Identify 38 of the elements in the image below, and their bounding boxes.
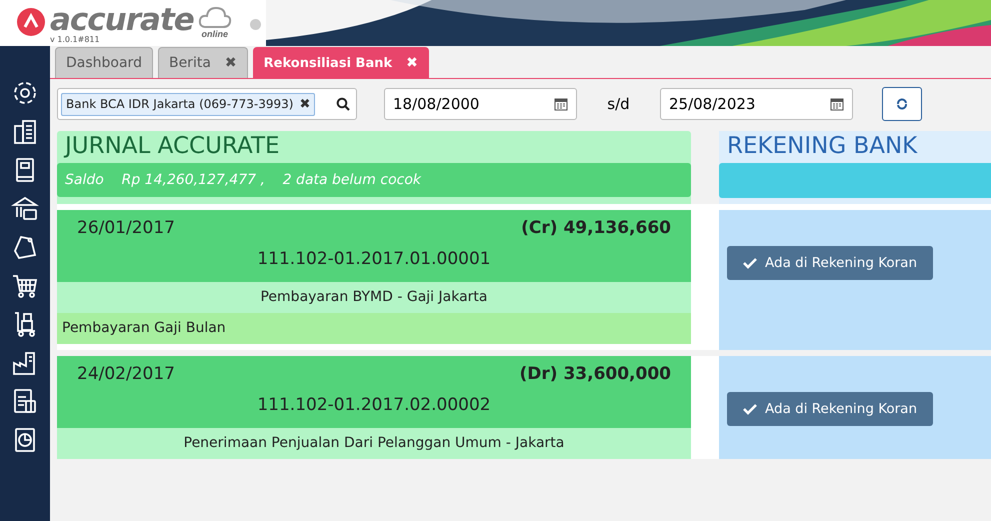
check-icon bbox=[743, 257, 757, 269]
entry-note: Pembayaran Gaji Bulan bbox=[57, 313, 691, 344]
tab[interactable]: Rekonsiliasi Bank ✖ bbox=[252, 47, 429, 78]
range-label: s/d bbox=[606, 95, 631, 113]
version-text: v 1.0.1#811 bbox=[50, 35, 101, 44]
entry-amount: (Cr) 49,136,660 bbox=[521, 218, 671, 238]
date-field[interactable]: 25/08/2023 bbox=[660, 88, 853, 120]
entry-date: 24/02/2017 bbox=[77, 364, 175, 384]
account-chip: Bank BCA IDR Jakarta (069-773-3993) ✖ bbox=[61, 92, 316, 116]
entry-date: 26/01/2017 bbox=[77, 218, 175, 238]
tab[interactable]: Berita ✖ bbox=[158, 47, 248, 78]
close-icon[interactable]: ✖ bbox=[406, 55, 418, 71]
entry-amount: (Dr) 33,600,000 bbox=[520, 364, 671, 384]
entry-description: Penerimaan Penjualan Dari Pelanggan Umum - Jakarta bbox=[57, 428, 691, 459]
status-dot bbox=[250, 19, 261, 30]
date-field[interactable]: 18/08/2000 bbox=[384, 88, 577, 120]
refresh-button[interactable] bbox=[882, 87, 922, 121]
refresh-icon bbox=[896, 98, 908, 110]
account-field[interactable]: Bank BCA IDR Jakarta (069-773-3993) ✖ bbox=[57, 88, 357, 120]
calendar-icon[interactable] bbox=[830, 97, 844, 111]
calendar-icon[interactable] bbox=[554, 97, 568, 111]
close-icon[interactable]: ✖ bbox=[224, 55, 237, 71]
entry-description: Pembayaran BYMD - Gaji Jakarta bbox=[57, 282, 691, 313]
entry-number: 111.102-01.2017.01.00001 bbox=[256, 249, 492, 269]
tab[interactable]: Dashboard bbox=[55, 47, 153, 78]
section-title: REKENING BANK bbox=[726, 132, 918, 161]
search-icon[interactable] bbox=[336, 97, 350, 111]
close-icon[interactable]: ✖ bbox=[299, 96, 310, 112]
entry-number: 111.102-01.2017.02.00002 bbox=[256, 395, 492, 415]
logo-text: accurate bbox=[50, 5, 194, 35]
cloud-icon bbox=[198, 5, 232, 29]
logo-subtext: online bbox=[202, 29, 228, 39]
match-button[interactable]: Ada di Rekening Koran bbox=[727, 246, 934, 280]
section-title: JURNAL ACCURATE bbox=[62, 132, 281, 161]
check-icon bbox=[743, 403, 757, 415]
logo-icon bbox=[16, 7, 46, 37]
summary-bar: Saldo Rp 14,260,127,477 , 2 data belum cocok bbox=[57, 163, 691, 197]
match-button[interactable]: Ada di Rekening Koran bbox=[727, 392, 934, 426]
